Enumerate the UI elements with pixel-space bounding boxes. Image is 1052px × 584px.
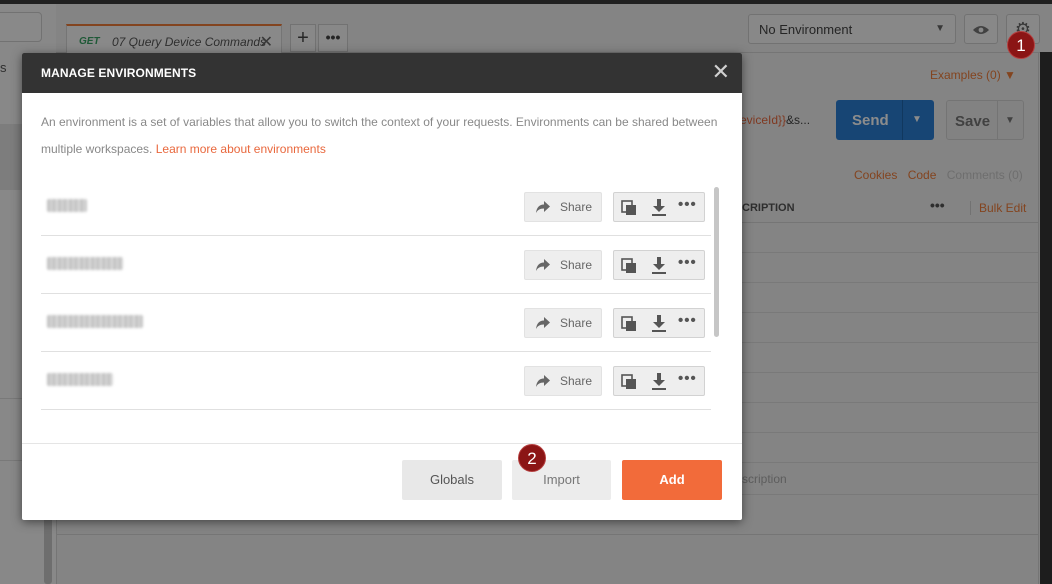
- more-dots-icon[interactable]: •••: [678, 196, 697, 213]
- environment-name[interactable]: [47, 315, 143, 328]
- modal-description: An environment is a set of variables tha…: [41, 109, 721, 163]
- share-arrow-icon: [536, 201, 550, 213]
- share-button[interactable]: Share: [524, 308, 602, 338]
- modal-header: MANAGE ENVIRONMENTS ✕: [22, 53, 742, 93]
- more-dots-icon[interactable]: •••: [678, 312, 697, 329]
- modal-title: MANAGE ENVIRONMENTS: [41, 66, 197, 80]
- share-arrow-icon: [536, 259, 550, 271]
- environment-name[interactable]: [47, 199, 87, 212]
- share-button[interactable]: Share: [524, 250, 602, 280]
- globals-button[interactable]: Globals: [402, 460, 502, 500]
- environment-actions: •••: [613, 250, 705, 280]
- copy-icon[interactable]: [621, 200, 637, 216]
- more-dots-icon[interactable]: •••: [678, 254, 697, 271]
- list-item[interactable]: Share •••: [41, 177, 711, 236]
- share-label: Share: [560, 374, 593, 388]
- download-icon[interactable]: [651, 373, 667, 391]
- copy-icon[interactable]: [621, 374, 637, 390]
- callout-badge-2: 2: [518, 444, 546, 472]
- modal-scrollbar[interactable]: [714, 187, 719, 337]
- environment-name[interactable]: [47, 373, 113, 386]
- add-button[interactable]: Add: [622, 460, 722, 500]
- share-button[interactable]: Share: [524, 366, 602, 396]
- list-item[interactable]: Share •••: [41, 293, 711, 352]
- share-arrow-icon: [536, 317, 550, 329]
- share-button[interactable]: Share: [524, 192, 602, 222]
- list-item[interactable]: Share •••: [41, 351, 711, 410]
- environment-list: Share ••• Share ••• Share ••• Share •••: [41, 177, 711, 417]
- share-label: Share: [560, 316, 593, 330]
- learn-more-link[interactable]: Learn more about environments: [156, 142, 326, 156]
- environment-actions: •••: [613, 192, 705, 222]
- intro-text: An environment is a set of variables tha…: [41, 115, 718, 156]
- environment-actions: •••: [613, 366, 705, 396]
- manage-environments-modal: MANAGE ENVIRONMENTS ✕ An environment is …: [22, 53, 742, 520]
- close-icon[interactable]: ✕: [712, 59, 730, 85]
- modal-footer-divider: [22, 443, 742, 444]
- environment-name[interactable]: [47, 257, 123, 270]
- download-icon[interactable]: [651, 257, 667, 275]
- environment-actions: •••: [613, 308, 705, 338]
- download-icon[interactable]: [651, 315, 667, 333]
- share-arrow-icon: [536, 375, 550, 387]
- callout-badge-1: 1: [1007, 31, 1035, 59]
- copy-icon[interactable]: [621, 258, 637, 274]
- download-icon[interactable]: [651, 199, 667, 217]
- share-label: Share: [560, 258, 593, 272]
- copy-icon[interactable]: [621, 316, 637, 332]
- list-item[interactable]: Share •••: [41, 235, 711, 294]
- share-label: Share: [560, 200, 593, 214]
- more-dots-icon[interactable]: •••: [678, 370, 697, 387]
